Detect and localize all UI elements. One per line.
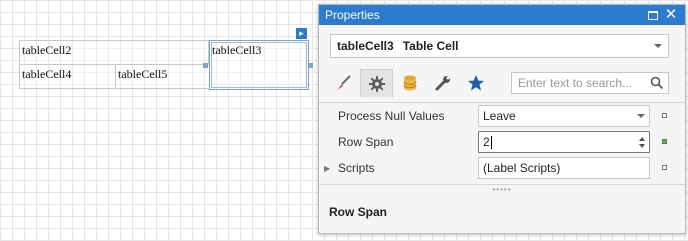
properties-titlebar: Properties ✕ — [319, 5, 685, 25]
property-label: Process Null Values — [338, 109, 445, 123]
spin-buttons[interactable] — [639, 136, 645, 148]
star-icon — [467, 75, 484, 91]
property-label: Scripts — [338, 161, 375, 175]
property-marker-icon[interactable] — [662, 165, 667, 170]
property-row-scripts[interactable]: ▶ Scripts (Label Scripts) — [319, 155, 685, 181]
property-value: Leave — [483, 109, 516, 123]
tab-appearance[interactable] — [327, 69, 360, 97]
description-splitter[interactable]: ••••• — [319, 184, 685, 195]
database-icon — [403, 75, 416, 91]
close-icon: ✕ — [664, 6, 678, 23]
table-cell-4[interactable]: tableCell4 — [19, 64, 116, 89]
property-description-title: Row Span — [329, 205, 388, 219]
property-label: Row Span — [338, 135, 394, 149]
table-cell-4-label: tableCell4 — [22, 67, 72, 81]
tab-behavior[interactable] — [360, 69, 393, 97]
brush-icon — [336, 75, 351, 90]
selected-object-name: tableCell3 — [337, 39, 394, 53]
process-null-values-select[interactable]: Leave — [478, 105, 650, 127]
scripts-value-field[interactable]: (Label Scripts) — [478, 157, 650, 179]
table-cell-2-label: tableCell2 — [22, 43, 72, 57]
maximize-icon — [648, 10, 658, 20]
table-cell-3[interactable]: tableCell3 — [209, 40, 309, 90]
property-value[interactable]: 2 — [483, 135, 490, 149]
property-modified-marker-icon[interactable] — [662, 139, 667, 144]
table-cell-5[interactable]: tableCell5 — [115, 64, 210, 89]
panel-title: Properties — [325, 8, 380, 22]
close-button[interactable]: ✕ — [663, 7, 679, 23]
property-value: (Label Scripts) — [483, 161, 561, 175]
resize-handle-right[interactable] — [308, 63, 313, 68]
tab-data[interactable] — [393, 69, 426, 97]
table-cell-2[interactable]: tableCell2 — [19, 40, 209, 65]
properties-panel: Properties ✕ tableCell3 Table Cell Enter… — [318, 4, 686, 234]
chevron-down-icon[interactable] — [637, 114, 645, 118]
gear-icon — [368, 75, 385, 92]
property-search-box[interactable] — [511, 72, 669, 94]
report-design-surface[interactable]: tableCell2 tableCell4 tableCell5 tableCe… — [0, 0, 320, 241]
spin-up-icon[interactable] — [639, 136, 645, 141]
table-cell-5-label: tableCell5 — [118, 67, 168, 81]
tab-design[interactable] — [426, 69, 459, 97]
expand-arrow-icon[interactable]: ▶ — [324, 164, 336, 173]
object-selector[interactable]: tableCell3 Table Cell — [330, 34, 669, 58]
spin-down-icon[interactable] — [639, 143, 645, 148]
search-icon[interactable] — [650, 76, 664, 90]
property-row-row-span[interactable]: Row Span 2 — [319, 129, 685, 155]
property-row-process-null-values[interactable]: Process Null Values Leave — [319, 103, 685, 129]
property-marker-icon[interactable] — [662, 113, 667, 118]
tab-favorites[interactable] — [459, 69, 492, 97]
property-tabs — [327, 69, 492, 97]
grip-dots-icon: ••••• — [492, 185, 512, 194]
resize-handle-left[interactable] — [203, 63, 208, 68]
smart-tag-arrow-icon[interactable]: ▸ — [296, 28, 307, 39]
property-grid: Process Null Values Leave Row Span 2 ▶ S… — [319, 102, 685, 181]
text-cursor — [490, 135, 492, 149]
wrench-icon — [435, 76, 450, 91]
property-search-input[interactable] — [516, 75, 650, 91]
chevron-down-icon — [654, 44, 662, 48]
row-span-stepper[interactable]: 2 — [478, 131, 650, 153]
maximize-button[interactable] — [645, 7, 661, 23]
table-cell-3-label: tableCell3 — [212, 43, 262, 57]
selected-object-type: Table Cell — [402, 39, 459, 53]
